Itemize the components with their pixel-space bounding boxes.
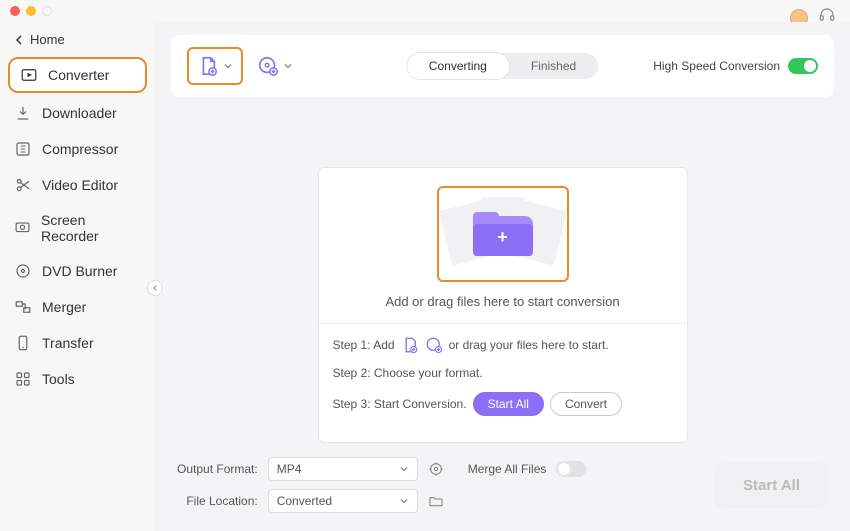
scissors-icon xyxy=(14,176,32,194)
sidebar-item-downloader[interactable]: Downloader xyxy=(0,95,155,131)
dropzone-text: Add or drag files here to start conversi… xyxy=(333,294,673,309)
sidebar-item-label: Screen Recorder xyxy=(41,212,141,244)
merger-icon xyxy=(14,298,32,316)
sidebar-item-video-editor[interactable]: Video Editor xyxy=(0,167,155,203)
sidebar-item-label: DVD Burner xyxy=(42,263,117,279)
sidebar-item-label: Transfer xyxy=(42,335,94,351)
screen-recorder-icon xyxy=(14,219,31,237)
open-folder-icon[interactable] xyxy=(428,493,444,509)
sidebar-item-label: Tools xyxy=(42,371,75,387)
sidebar-item-transfer[interactable]: Transfer xyxy=(0,325,155,361)
high-speed-toggle[interactable] xyxy=(788,58,818,74)
download-icon xyxy=(14,104,32,122)
disc-icon xyxy=(14,262,32,280)
footer-bar: Output Format: MP4 Merge All Files Start… xyxy=(155,443,850,531)
start-all-button[interactable]: Start All xyxy=(715,463,828,508)
sidebar-item-label: Video Editor xyxy=(42,177,118,193)
sidebar-item-tools[interactable]: Tools xyxy=(0,361,155,397)
start-all-pill-button[interactable]: Start All xyxy=(473,392,544,416)
sidebar: Home Converter Downloader Compressor Vid… xyxy=(0,22,155,531)
sidebar-item-label: Merger xyxy=(42,299,86,315)
chevron-down-icon xyxy=(283,61,293,71)
add-file-icon xyxy=(401,336,419,354)
step2-text: Step 2: Choose your format. xyxy=(333,366,483,380)
merge-files-label: Merge All Files xyxy=(468,462,547,476)
home-label: Home xyxy=(30,32,65,47)
merge-files-toggle[interactable] xyxy=(556,461,586,477)
folder-plus-icon: + xyxy=(473,212,533,256)
status-tabs: Converting Finished xyxy=(407,53,598,79)
add-disc-icon xyxy=(257,55,279,77)
sidebar-item-converter[interactable]: Converter xyxy=(8,57,147,93)
step1-text-a: Step 1: Add xyxy=(333,338,395,352)
file-location-select[interactable]: Converted xyxy=(268,489,418,513)
tools-icon xyxy=(14,370,32,388)
toolbar: Converting Finished High Speed Conversio… xyxy=(171,35,834,97)
step1-text-b: or drag your files here to start. xyxy=(449,338,609,352)
tab-converting[interactable]: Converting xyxy=(407,53,509,79)
main-panel: Converting Finished High Speed Conversio… xyxy=(155,22,850,531)
minimize-window-dot[interactable] xyxy=(26,6,36,16)
add-file-icon xyxy=(197,55,219,77)
sidebar-item-screen-recorder[interactable]: Screen Recorder xyxy=(0,203,155,253)
chevron-down-icon xyxy=(223,61,233,71)
tab-finished[interactable]: Finished xyxy=(509,53,598,79)
step3-text: Step 3: Start Conversion. xyxy=(333,397,467,411)
file-location-value: Converted xyxy=(277,494,332,508)
add-file-button[interactable] xyxy=(187,47,243,85)
add-disc-icon xyxy=(425,336,443,354)
chevron-down-icon xyxy=(399,464,409,474)
sidebar-item-compressor[interactable]: Compressor xyxy=(0,131,155,167)
sidebar-item-merger[interactable]: Merger xyxy=(0,289,155,325)
output-format-label: Output Format: xyxy=(177,462,258,476)
transfer-icon xyxy=(14,334,32,352)
compressor-icon xyxy=(14,140,32,158)
window-titlebar xyxy=(0,0,850,22)
output-format-value: MP4 xyxy=(277,462,302,476)
chevron-left-icon xyxy=(151,284,159,292)
sidebar-item-label: Downloader xyxy=(42,105,117,121)
sidebar-item-label: Compressor xyxy=(42,141,118,157)
output-settings-icon[interactable] xyxy=(428,461,444,477)
dropzone-card: + Add or drag files here to start conver… xyxy=(318,167,688,443)
chevron-down-icon xyxy=(399,496,409,506)
sidebar-item-label: Converter xyxy=(48,67,109,83)
maximize-window-dot[interactable] xyxy=(42,6,52,16)
convert-pill-button[interactable]: Convert xyxy=(550,392,622,416)
high-speed-label: High Speed Conversion xyxy=(653,59,780,73)
dropzone[interactable]: + xyxy=(437,186,569,282)
chevron-left-icon xyxy=(14,35,24,45)
close-window-dot[interactable] xyxy=(10,6,20,16)
add-disc-button[interactable] xyxy=(253,51,297,81)
steps-help: Step 1: Add or drag your files here to s… xyxy=(333,336,673,416)
file-location-label: File Location: xyxy=(177,494,258,508)
home-back-button[interactable]: Home xyxy=(0,26,155,53)
sidebar-item-dvd-burner[interactable]: DVD Burner xyxy=(0,253,155,289)
divider xyxy=(319,323,687,324)
converter-icon xyxy=(20,66,38,84)
sidebar-collapse-button[interactable] xyxy=(147,280,163,296)
output-format-select[interactable]: MP4 xyxy=(268,457,418,481)
